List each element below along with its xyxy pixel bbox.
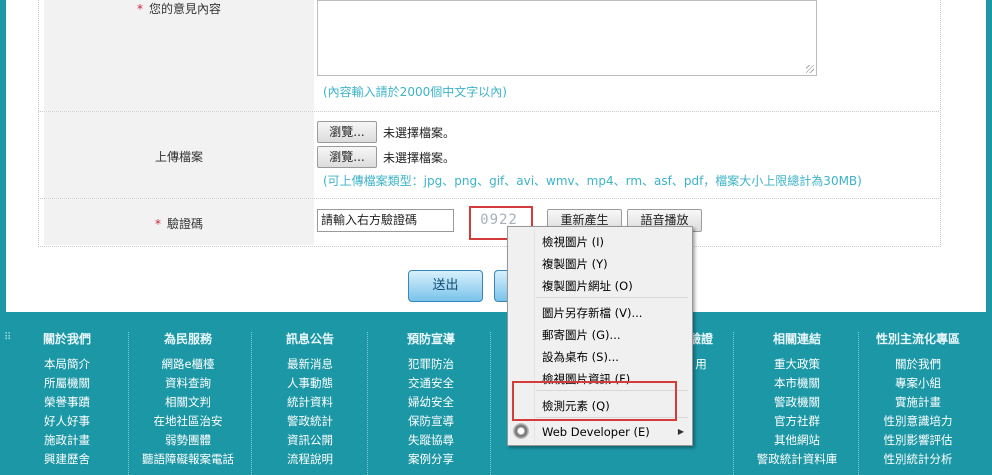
footer-link[interactable]: 警政統計資料庫 (745, 450, 849, 469)
footer-col-service: 為民服務 網路e櫃檯 資料查詢 相關文判 在地社區治安 弱勢團體 聽語障礙報案電… (133, 330, 243, 469)
footer-link[interactable]: 關於我們 (864, 355, 972, 374)
submenu-arrow-icon: ▶ (677, 427, 684, 436)
menu-separator (536, 297, 688, 298)
footer-link[interactable]: 失蹤協尋 (384, 431, 478, 450)
footer-link[interactable]: 本局簡介 (24, 355, 110, 374)
footer-link[interactable]: 榮譽事蹟 (24, 393, 110, 412)
menu-item-email-image[interactable]: 郵寄圖片 (G)... (542, 327, 621, 343)
footer-link[interactable]: 案例分享 (384, 450, 478, 469)
footer-link[interactable]: 興建歷舍 (24, 450, 110, 469)
footer-link[interactable]: 婦幼安全 (384, 393, 478, 412)
footer-heading: 為民服務 (163, 332, 212, 346)
footer-link[interactable]: 性別統計分析 (864, 450, 972, 469)
footer-col-gender: 性別主流化專區 關於我們 專案小組 實施計畫 性別意識培力 性別影響評估 性別統… (864, 330, 972, 469)
footer-link[interactable]: 施政計畫 (24, 431, 110, 450)
footer-col-prevention: 預防宣導 犯罪防治 交通安全 婦幼安全 保防宣導 失蹤協尋 案例分享 (384, 330, 478, 469)
captcha-input[interactable]: 請輸入右方驗證碼 (317, 209, 454, 232)
footer-divider (733, 332, 735, 475)
menu-item-web-developer[interactable]: Web Developer (E) (542, 425, 650, 439)
footer-link[interactable]: 交通安全 (384, 374, 478, 393)
footer-link[interactable]: 警政機關 (745, 393, 849, 412)
site-footer: ⠿ 關於我們 本局簡介 所屬機關 榮譽事蹟 好人好事 施政計畫 興建歷舍 為民服… (0, 312, 992, 475)
opinion-label: * 您的意見內容 (136, 2, 221, 16)
footer-link[interactable]: 性別意識培力 (864, 412, 972, 431)
footer-col-links: 相關連結 重大政策 本市機關 警政機關 官方社群 其他網站 警政統計資料庫 (745, 330, 849, 469)
footer-link[interactable]: 好人好事 (24, 412, 110, 431)
menu-item-save-image[interactable]: 圖片另存新檔 (V)... (542, 305, 642, 321)
footer-link[interactable]: 性別影響評估 (864, 431, 972, 450)
footer-link[interactable]: 重大政策 (745, 355, 849, 374)
inspect-highlight-box (512, 381, 677, 421)
footer-link[interactable]: 實施計畫 (864, 393, 972, 412)
footer-link[interactable]: 人事動態 (262, 374, 358, 393)
required-mark: * (154, 217, 161, 231)
footer-link[interactable]: 流程說明 (262, 450, 358, 469)
no-file-text-1: 未選擇檔案。 (383, 126, 456, 140)
upload-label: 上傳檔案 (154, 150, 203, 164)
footer-link[interactable]: 保防宣導 (384, 412, 478, 431)
drag-dots-icon: ⠿ (4, 332, 12, 343)
no-file-text-2: 未選擇檔案。 (383, 151, 456, 165)
footer-col-news: 訊息公告 最新消息 人事動態 統計資料 警政統計 資訊公開 流程說明 (262, 330, 358, 469)
footer-link[interactable]: 專案小組 (864, 374, 972, 393)
footer-link[interactable]: 弱勢團體 (133, 431, 243, 450)
footer-link[interactable]: 資訊公開 (262, 431, 358, 450)
footer-link[interactable]: 所屬機關 (24, 374, 110, 393)
opinion-textarea[interactable] (317, 0, 817, 76)
footer-link[interactable]: 警政統計 (262, 412, 358, 431)
menu-item-copy-image[interactable]: 複製圖片 (Y) (542, 256, 608, 272)
browse-button-1[interactable]: 瀏覽... (317, 121, 377, 143)
footer-link[interactable]: 聽語障礙報案電話 (133, 450, 243, 469)
footer-heading: 訊息公告 (285, 332, 334, 346)
footer-link[interactable]: 在地社區治安 (133, 412, 243, 431)
footer-divider (490, 332, 492, 475)
footer-col-about: 關於我們 本局簡介 所屬機關 榮譽事蹟 好人好事 施政計畫 興建歷舍 (24, 330, 110, 469)
footer-link[interactable]: 官方社群 (745, 412, 849, 431)
footer-link[interactable]: 犯罪防治 (384, 355, 478, 374)
submit-button[interactable]: 送出 (408, 270, 483, 302)
footer-link[interactable]: 本市機關 (745, 374, 849, 393)
resize-grip-icon[interactable] (806, 65, 814, 73)
footer-link[interactable]: 網路e櫃檯 (133, 355, 243, 374)
footer-link[interactable]: 統計資料 (262, 393, 358, 412)
menu-item-set-wallpaper[interactable]: 設為桌布 (S)... (542, 349, 619, 365)
footer-link[interactable]: 相關文判 (133, 393, 243, 412)
footer-divider (128, 332, 130, 475)
footer-link[interactable]: 其他網站 (745, 431, 849, 450)
footer-divider (251, 332, 253, 475)
opinion-hint: (內容輸入請於2000個中文字以內) (323, 85, 507, 99)
footer-heading: 關於我們 (42, 332, 91, 346)
footer-heading: 相關連結 (772, 332, 821, 346)
captcha-label: * 驗證碼 (154, 217, 203, 231)
footer-heading: 預防宣導 (406, 332, 455, 346)
required-mark: * (136, 2, 143, 16)
footer-link[interactable]: 最新消息 (262, 355, 358, 374)
footer-heading: 性別主流化專區 (875, 332, 960, 346)
menu-item-view-image[interactable]: 檢視圖片 (I) (542, 234, 604, 250)
menu-item-copy-image-url[interactable]: 複製圖片網址 (O) (542, 278, 633, 294)
footer-divider (858, 332, 860, 475)
gear-icon (513, 423, 529, 439)
browse-button-2[interactable]: 瀏覽... (317, 146, 377, 168)
footer-divider (367, 332, 369, 475)
footer-link[interactable]: 資料查詢 (133, 374, 243, 393)
upload-hint: (可上傳檔案類型：jpg、png、gif、avi、wmv、mp4、rm、asf、… (323, 174, 862, 188)
